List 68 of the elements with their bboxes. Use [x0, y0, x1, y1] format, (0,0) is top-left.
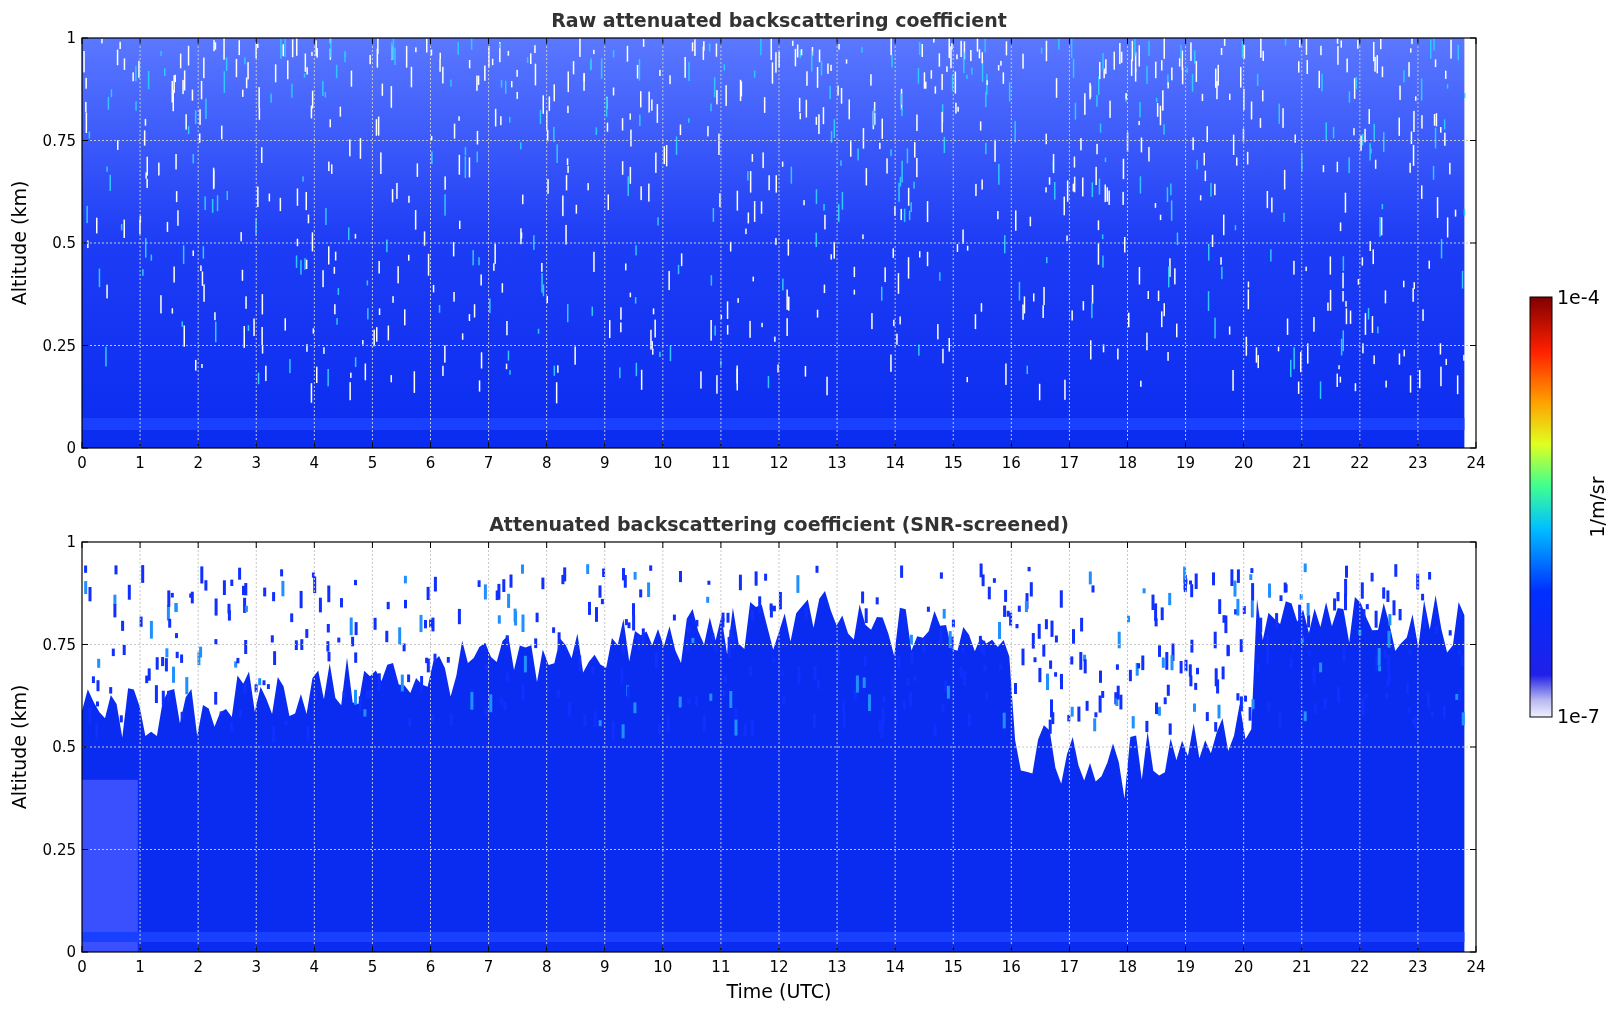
x-tick-label: 7	[483, 958, 494, 976]
x-tick-label: 20	[1234, 958, 1254, 976]
y-tick-label: 0.25	[42, 840, 76, 859]
x-tick-label: 14	[885, 958, 905, 976]
x-tick-label: 11	[711, 958, 731, 976]
x-tick-label: 18	[1117, 958, 1138, 976]
x-tick-label: 5	[367, 958, 378, 976]
y-tick-label: 0.5	[52, 234, 76, 252]
x-tick-label: 3	[251, 454, 261, 472]
colorbar-min-label: 1e-7	[1557, 705, 1600, 727]
x-tick-label: 19	[1176, 958, 1196, 976]
x-tick-label: 22	[1350, 454, 1370, 472]
x-tick-label: 3	[251, 958, 261, 976]
x-tick-label: 17	[1059, 958, 1079, 976]
x-tick-label: 1	[135, 454, 145, 472]
x-tick-label: 22	[1350, 958, 1370, 976]
y-axis-title: Altitude (km)	[8, 180, 30, 306]
y-tick-label: 0.75	[42, 131, 76, 150]
x-tick-label: 8	[541, 958, 552, 976]
x-tick-label: 0	[77, 958, 87, 976]
y-tick-label: 1	[66, 533, 76, 551]
x-tick-label: 12	[769, 958, 789, 976]
x-tick-label: 16	[1001, 454, 1021, 472]
y-tick-label: 0.75	[42, 635, 76, 654]
colorbar-title: 1/m/sr	[1586, 476, 1608, 538]
x-tick-label: 13	[827, 454, 847, 472]
x-tick-label: 24	[1466, 454, 1486, 472]
x-tick-label: 6	[425, 454, 436, 472]
x-tick-label: 13	[827, 958, 847, 976]
x-tick-label: 6	[425, 958, 436, 976]
x-tick-label: 24	[1466, 958, 1486, 976]
plot-title: Raw attenuated backscattering coefficient	[551, 9, 1007, 31]
x-tick-label: 4	[309, 454, 320, 472]
x-tick-label: 15	[943, 454, 963, 472]
x-tick-label: 19	[1176, 454, 1196, 472]
x-tick-label: 23	[1408, 958, 1428, 976]
x-tick-label: 1	[135, 958, 145, 976]
x-tick-label: 23	[1408, 454, 1428, 472]
x-tick-label: 17	[1059, 454, 1079, 472]
x-tick-label: 11	[711, 454, 731, 472]
x-axis-title: Time (UTC)	[726, 980, 832, 1002]
x-tick-label: 2	[193, 958, 203, 976]
x-tick-label: 7	[483, 454, 494, 472]
x-tick-label: 4	[309, 958, 320, 976]
y-axis-title: Altitude (km)	[8, 684, 30, 810]
y-tick-label: 0	[66, 439, 76, 457]
x-tick-label: 5	[367, 454, 378, 472]
x-tick-label: 0	[77, 454, 87, 472]
y-tick-label: 0.5	[52, 738, 76, 756]
x-tick-label: 2	[193, 454, 203, 472]
y-tick-label: 1	[66, 29, 76, 47]
x-tick-label: 8	[541, 454, 552, 472]
x-tick-label: 21	[1292, 454, 1312, 472]
y-tick-label: 0	[66, 943, 76, 961]
x-tick-label: 12	[769, 454, 789, 472]
y-tick-label: 0.25	[42, 336, 76, 355]
colorbar-max-label: 1e-4	[1557, 286, 1600, 308]
x-tick-label: 9	[600, 454, 610, 472]
plot-title: Attenuated backscattering coefficient (SNR-screened)	[489, 513, 1069, 535]
x-tick-label: 18	[1117, 454, 1138, 472]
x-tick-label: 16	[1001, 958, 1021, 976]
x-tick-label: 21	[1292, 958, 1312, 976]
x-tick-label: 14	[885, 454, 905, 472]
x-tick-label: 10	[653, 454, 673, 472]
x-tick-label: 9	[600, 958, 610, 976]
x-tick-label: 15	[943, 958, 963, 976]
x-tick-label: 20	[1234, 454, 1254, 472]
x-tick-label: 10	[653, 958, 673, 976]
